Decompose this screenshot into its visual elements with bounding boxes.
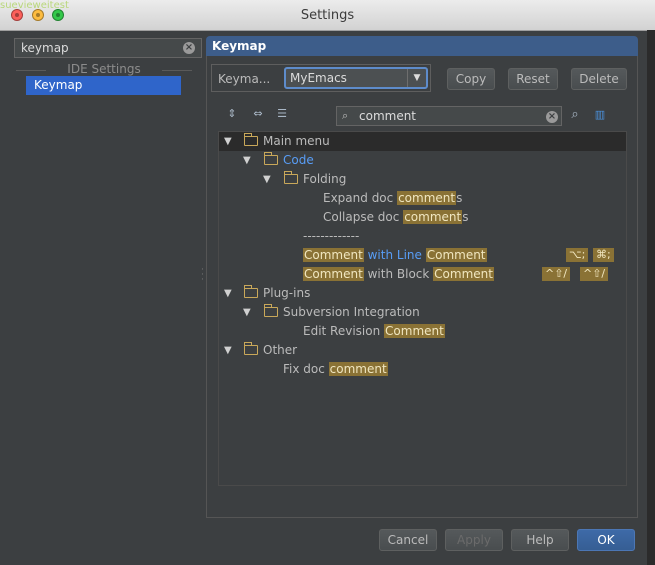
settings-search-input[interactable]: keymap	[14, 38, 202, 58]
folder-icon	[244, 285, 258, 298]
folder-icon	[264, 152, 278, 165]
tree-node-other[interactable]: ▼ Other	[219, 341, 626, 360]
copy-button[interactable]: Copy	[447, 68, 495, 90]
tree-node-expand-doc-comments[interactable]: Expand doc comments	[219, 189, 626, 208]
tree-label: Subversion Integration	[283, 305, 420, 319]
keymap-filter-value: comment	[359, 109, 417, 123]
tree-label-suffix: s	[456, 191, 463, 205]
ok-button[interactable]: OK	[577, 529, 635, 551]
tree-label: Collapse doc	[323, 210, 404, 224]
tree-label: with Line	[363, 248, 426, 262]
match-highlight: comment	[403, 210, 463, 224]
tree-label: Fix doc	[283, 362, 329, 376]
other-folder-icon	[244, 342, 258, 355]
match-highlight: Comment	[433, 267, 494, 281]
match-highlight: Comment	[384, 324, 445, 338]
expanded-triangle-icon[interactable]: ▼	[224, 341, 234, 360]
reset-button[interactable]: Reset	[508, 68, 558, 90]
expanded-triangle-icon[interactable]: ▼	[243, 151, 253, 170]
title-bar: suevieweitest Settings	[0, 0, 655, 31]
expanded-triangle-icon[interactable]: ▼	[243, 303, 253, 322]
keymap-select-value: MyEmacs	[290, 71, 347, 85]
tree-node-edit-revision-comment[interactable]: Edit Revision Comment	[219, 322, 626, 341]
tree-label-suffix: s	[462, 210, 469, 224]
match-highlight: Comment	[425, 248, 487, 262]
tree-node-collapse-doc-comments[interactable]: Collapse doc comments	[219, 208, 626, 227]
tree-separator: -------------	[219, 227, 626, 246]
search-icon: ⌕	[342, 109, 349, 122]
cancel-button[interactable]: Cancel	[379, 529, 437, 551]
match-highlight: comment	[328, 362, 388, 376]
action-tree: ▼ Main menu ▼ Code ▼ Folding Expand doc …	[218, 131, 627, 486]
keymap-label: Keyma...	[218, 72, 271, 86]
delete-button[interactable]: Delete	[571, 68, 627, 90]
separator-text: -------------	[303, 229, 360, 243]
find-by-shortcut-icon[interactable]: ⌕	[568, 108, 582, 122]
keymap-select[interactable]: MyEmacs ▼	[284, 67, 428, 89]
tree-node-fix-doc-comment[interactable]: Fix doc comment	[219, 360, 626, 379]
keymap-chooser: Keyma... MyEmacs ▼	[211, 64, 431, 92]
match-highlight: comment	[397, 191, 457, 205]
settings-search-value: keymap	[21, 41, 69, 55]
folder-icon	[284, 171, 298, 184]
tree-label: Code	[283, 153, 314, 167]
expand-all-icon[interactable]: ⇕	[225, 107, 239, 121]
tree-label: Edit Revision	[303, 324, 385, 338]
sidebar-item-keymap[interactable]: Keymap	[26, 76, 181, 95]
help-button[interactable]: Help	[511, 529, 569, 551]
tree-node-comment-with-line-comment[interactable]: Comment with Line Comment ⌥; ⌘;	[219, 246, 626, 265]
tree-label: Main menu	[263, 134, 330, 148]
match-highlight: Comment	[303, 267, 364, 281]
menu-folder-icon	[244, 133, 258, 146]
expanded-triangle-icon[interactable]: ▼	[263, 170, 273, 189]
expanded-triangle-icon[interactable]: ▼	[224, 284, 234, 303]
chevron-down-icon[interactable]: ▼	[407, 69, 426, 87]
tree-label: Folding	[303, 172, 347, 186]
apply-button[interactable]: Apply	[445, 529, 503, 551]
clear-search-icon[interactable]: ×	[183, 42, 195, 54]
tree-node-folding[interactable]: ▼ Folding	[219, 170, 626, 189]
tree-label: Other	[263, 343, 298, 357]
expanded-triangle-icon[interactable]: ▼	[224, 132, 234, 151]
edit-shortcut-icon[interactable]: ☰	[275, 107, 289, 121]
clear-filter-icon[interactable]: ×	[546, 111, 558, 123]
keymap-panel: Keymap Keyma... MyEmacs ▼ Copy Reset Del…	[206, 36, 638, 518]
tree-node-code[interactable]: ▼ Code	[219, 151, 626, 170]
tree-label: Expand doc	[323, 191, 398, 205]
tree-label: with Block	[363, 267, 434, 281]
panel-title: Keymap	[206, 36, 638, 56]
keymap-panel-body: Keyma... MyEmacs ▼ Copy Reset Delete ⇕ ⇔…	[206, 56, 638, 518]
tree-node-plugins[interactable]: ▼ Plug-ins	[219, 284, 626, 303]
window-title: Settings	[300, 8, 355, 23]
shortcut-badge: ⌥;	[566, 248, 589, 262]
tree-node-main-menu[interactable]: ▼ Main menu	[219, 132, 626, 151]
settings-sidebar: keymap × IDE Settings Keymap	[8, 36, 202, 517]
ide-settings-header: IDE Settings	[16, 62, 192, 76]
match-highlight: Comment	[303, 248, 364, 262]
keymap-filter-input[interactable]: ⌕ comment	[336, 106, 562, 126]
tree-label: Plug-ins	[263, 286, 311, 300]
panel-splitter-handle[interactable]: · · ·	[201, 266, 205, 285]
folder-icon	[264, 304, 278, 317]
tree-node-comment-with-block-comment[interactable]: Comment with Block Comment ^⇧/ ^⇧/	[219, 265, 626, 284]
tree-node-subversion-integration[interactable]: ▼ Subversion Integration	[219, 303, 626, 322]
window-edge	[647, 30, 655, 565]
trash-icon[interactable]: ▥	[593, 108, 607, 122]
collapse-all-icon[interactable]: ⇔	[251, 107, 265, 121]
shortcut-badge: ^⇧/	[580, 267, 609, 281]
shortcut-badge: ⌘;	[593, 248, 614, 262]
shortcut-badge: ^⇧/	[542, 267, 571, 281]
